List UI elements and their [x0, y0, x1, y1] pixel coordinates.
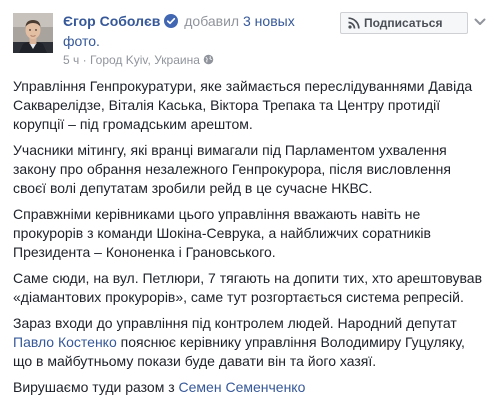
post-paragraph-1: Управління Генпрокуратури, яке займаєтьс… — [13, 78, 473, 132]
chevron-down-icon[interactable] — [474, 17, 486, 27]
post-meta: 5 ч · Город Kyiv, Украина — [63, 52, 214, 68]
subscribe-button[interactable]: Подписаться — [340, 12, 468, 34]
mention-link-semenchenko[interactable]: Семен Семенченко — [179, 379, 306, 395]
rss-icon — [348, 17, 360, 29]
photos-count-link[interactable]: 3 новых — [243, 13, 295, 29]
paragraph-6-text-start: Вирушаємо туди разом з — [13, 379, 179, 395]
post-paragraph-5: Зараз входи до управління під контролем … — [13, 314, 483, 371]
post-header: Єгор Соболєв добавил 3 новых — [63, 12, 343, 31]
paragraph-5-text-start: Зараз входи до управління під контролем … — [13, 315, 457, 331]
globe-icon — [203, 54, 214, 65]
post-paragraph-2: Учасники мітингу, які вранці вимагали пі… — [13, 142, 451, 196]
post-body: Управління Генпрокуратури, яке займаєтьс… — [13, 77, 483, 404]
mention-link-kostenko[interactable]: Павло Костенко — [13, 334, 117, 350]
verified-badge-icon — [164, 14, 179, 28]
post-paragraph-4: Саме сюди, на вул. Петлюри, 7 тягають на… — [13, 270, 483, 305]
post-action-text: добавил — [184, 13, 240, 29]
facebook-post: Єгор Соболєв добавил 3 новых фото. 5 ч ·… — [0, 0, 494, 418]
post-header-continuation: фото. — [63, 32, 100, 50]
post-paragraph-6: Вирушаємо туди разом з Семен Семенченко — [13, 378, 483, 397]
post-location[interactable]: Город Kyiv, Украина — [90, 53, 200, 67]
post-timestamp[interactable]: 5 ч — [63, 53, 79, 67]
photos-link-suffix[interactable]: фото. — [63, 33, 100, 49]
subscribe-button-label: Подписаться — [364, 16, 443, 30]
meta-separator: · — [82, 53, 87, 67]
post-paragraph-3: Справжніми керівниками цього управління … — [13, 206, 431, 260]
author-avatar[interactable] — [13, 13, 53, 53]
avatar-photo-icon — [13, 13, 53, 53]
author-name-link[interactable]: Єгор Соболєв — [63, 13, 160, 29]
